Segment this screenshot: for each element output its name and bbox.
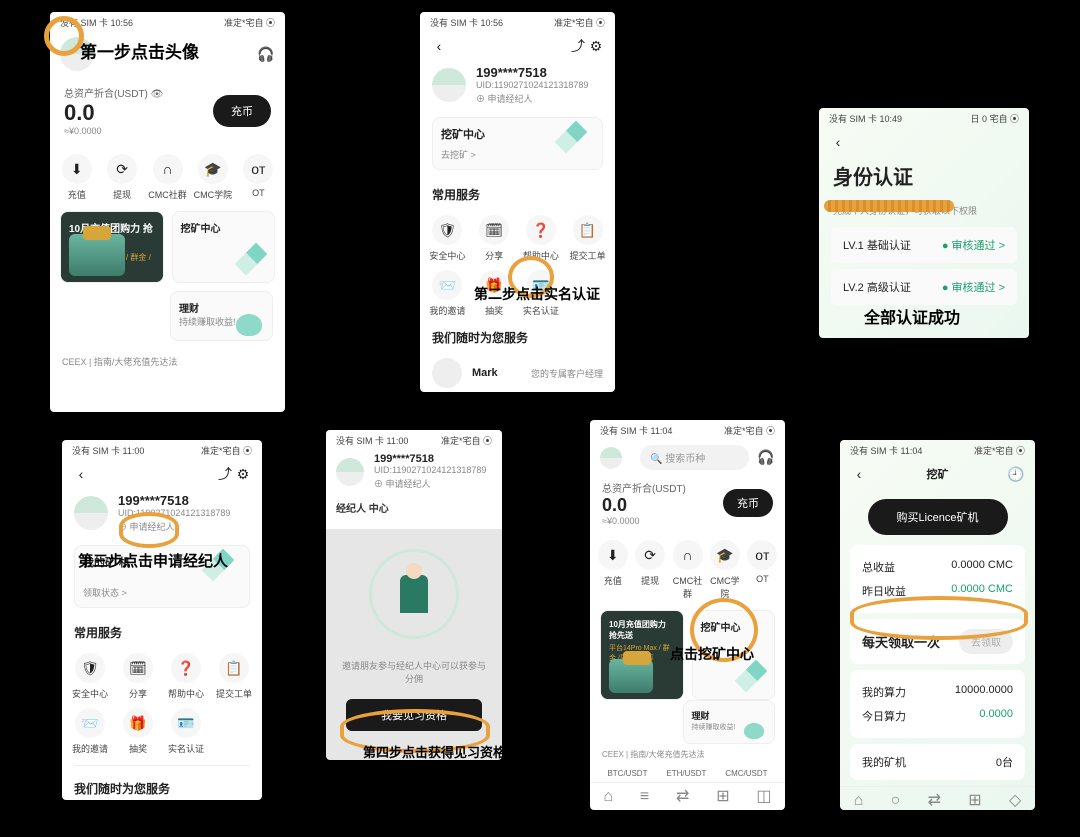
ceex-notice: CEEX | 指南/大佬充值先达法 (50, 349, 285, 374)
user-uid: UID:1190271024121318789 (476, 80, 588, 90)
tab-bar: ⌂ ≡ ⇄ ⊞ ◫ (590, 782, 785, 810)
daily-claim-label: 每天领取一次 (862, 632, 940, 651)
treasure-icon (609, 659, 653, 693)
headset-icon[interactable]: 🎧 (757, 449, 775, 467)
annotation-step4: 第四步点击获得见习资格 (363, 742, 506, 761)
annotation-scribble (824, 200, 954, 212)
deposit-button[interactable]: 充币 (723, 489, 773, 517)
avatar[interactable] (600, 447, 622, 469)
tab-trade[interactable]: ⇄ (676, 789, 689, 805)
screenshot-4: 没有 SIM 卡 11:00准定*宅自 ⦿ ‹⤴⚙ 199****7518UID… (62, 440, 262, 800)
svc-kyc[interactable]: 🪪实名认证 (162, 708, 210, 755)
tab-futures[interactable]: ⊞ (716, 789, 729, 805)
svc-security[interactable]: 🛡安全中心 (424, 215, 471, 262)
screenshot-6: 没有 SIM 卡 11:04准定*宅自 ⦿ 🔍 搜索币种 🎧 总资产折合(USD… (590, 420, 785, 810)
svc-share[interactable]: 🗓分享 (114, 653, 162, 700)
svc-community[interactable]: ∩CMC社群 (145, 154, 190, 201)
lv1-row[interactable]: LV.1 基础认证● 审核通过 > (831, 227, 1017, 263)
svc-share[interactable]: 🗓分享 (471, 215, 518, 262)
back-icon[interactable]: ‹ (72, 465, 90, 483)
gear-icon[interactable]: ⚙ (234, 465, 252, 483)
screenshot-2: 没有 SIM 卡 10:56准定*宅自 ⦿ ‹⤴⚙ 199****7518UID… (420, 12, 615, 392)
annotation-step3: 第三步点击申请经纪人 (78, 550, 228, 571)
mining-title: 挖矿 (868, 466, 1007, 482)
annotation-step5: 点击挖矿中心 (670, 644, 754, 664)
screenshot-5: 没有 SIM 卡 11:00准定*宅自 ⦿ 199****7518UID:119… (326, 430, 502, 760)
tab-bar: ⌂ ○ ⇄ ⊞ ◇ (840, 786, 1035, 810)
user-phone: 199****7518 (476, 65, 588, 80)
claim-button[interactable]: 去领取 (959, 629, 1013, 654)
avatar[interactable] (74, 496, 108, 530)
screenshot-1: 没有 SIM 卡 10:56准定*宅自 ⦿ 🎧 总资产折合(USDT) 👁 0.… (50, 12, 285, 412)
svc-invite[interactable]: 📨我的邀请 (66, 708, 114, 755)
status-bar: 没有 SIM 卡 10:56准定*宅自 ⦿ (50, 12, 285, 31)
svc-invite[interactable]: 📨我的邀请 (424, 270, 471, 317)
promo-card[interactable]: 10月充值团购力 抢先送 平台14Pro Max / 群金 /周边 / 蓝筹 (60, 211, 164, 283)
assets-label: 总资产折合(USDT) 👁 (64, 85, 163, 100)
svc-ticket[interactable]: 📋提交工单 (564, 215, 611, 262)
headset-icon[interactable]: 🎧 (257, 45, 275, 63)
lv2-row[interactable]: LV.2 高级认证● 审核通过 > (831, 269, 1017, 305)
svc-academy[interactable]: 🎓CMC学院 (190, 154, 235, 201)
assets-fiat: ≈¥0.0000 (64, 126, 163, 136)
mining-card[interactable]: 挖矿中心 (172, 211, 276, 283)
mining-center-card[interactable]: 挖矿中心去挖矿 > (432, 117, 603, 170)
broker-badge[interactable]: ⊕ 申请经纪人 (118, 520, 230, 533)
avatar (336, 458, 364, 486)
support-title: 我们随时为您服务 (420, 321, 615, 354)
cubes-icon (730, 659, 768, 693)
svc-help[interactable]: ❓帮助中心 (518, 215, 565, 262)
avatar[interactable] (432, 68, 466, 102)
cubes-icon (230, 242, 268, 276)
broker-illustration (369, 549, 459, 639)
get-trainee-button[interactable]: 我要见习资格 (346, 699, 482, 731)
agent-name: Mark (472, 367, 498, 379)
svc-help[interactable]: ❓帮助中心 (162, 653, 210, 700)
treasure-icon (69, 234, 125, 276)
annotation-success: 全部认证成功 (864, 304, 960, 328)
tab-market[interactable]: ≡ (640, 789, 649, 805)
share-icon[interactable]: ⤴ (569, 37, 587, 55)
cubes-icon (550, 120, 588, 154)
annotation-step2: 第二步点击实名认证 (474, 284, 600, 304)
annotation-step1: 第一步点击头像 (80, 38, 199, 63)
wealth-card[interactable]: 理财 持续赚取收益! (170, 291, 273, 341)
back-icon[interactable]: ‹ (829, 133, 847, 151)
share-icon[interactable]: ⤴ (216, 465, 234, 483)
gear-icon[interactable]: ⚙ (587, 37, 605, 55)
broker-badge[interactable]: ⊕ 申请经纪人 (476, 92, 588, 105)
svc-lottery[interactable]: 🎁抽奖 (114, 708, 162, 755)
screenshot-7: 没有 SIM 卡 11:04准定*宅自 ⦿ ‹挖矿🕘 购买Licence矿机 总… (840, 440, 1035, 810)
agent-avatar (432, 358, 462, 388)
svc-ot[interactable]: ᴏᴛOT (236, 154, 281, 201)
back-icon[interactable]: ‹ (430, 37, 448, 55)
svc-deposit[interactable]: ⬇充值 (54, 154, 99, 201)
service-row: ⬇充值 ⟳提现 ∩CMC社群 🎓CMC学院 ᴏᴛOT (50, 144, 285, 211)
assets-value: 0.0 (64, 100, 163, 126)
svc-withdraw[interactable]: ⟳提现 (99, 154, 144, 201)
deposit-button[interactable]: 充币 (213, 95, 271, 127)
tab-assets[interactable]: ◫ (756, 789, 771, 805)
svc-ticket[interactable]: 📋提交工单 (210, 653, 258, 700)
common-services-title: 常用服务 (420, 178, 615, 211)
buy-licence-button[interactable]: 购买Licence矿机 (868, 499, 1008, 535)
back-icon[interactable]: ‹ (850, 465, 868, 483)
pig-icon (236, 314, 262, 336)
tab-home[interactable]: ⌂ (603, 789, 613, 805)
search-input[interactable]: 🔍 搜索币种 (640, 445, 749, 470)
wealth-card[interactable]: 理财 持续赚取收益! (683, 700, 776, 744)
svc-security[interactable]: 🛡安全中心 (66, 653, 114, 700)
identity-title: 身份认证 (819, 157, 1029, 194)
history-icon[interactable]: 🕘 (1007, 465, 1025, 483)
